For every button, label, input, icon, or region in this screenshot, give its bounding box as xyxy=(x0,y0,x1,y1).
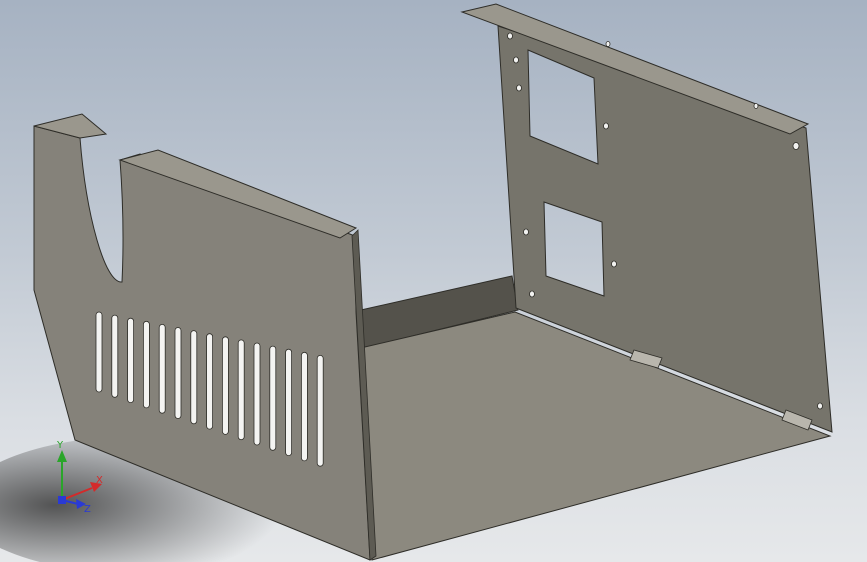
vent-slot xyxy=(158,324,166,414)
vent-slot xyxy=(301,351,308,462)
triad-origin xyxy=(58,496,66,504)
x-axis-label: X xyxy=(96,475,103,486)
vent-slot xyxy=(95,311,103,393)
vent-slot xyxy=(237,339,245,441)
vent-slot xyxy=(143,320,150,409)
coordinate-triad: Y X Z xyxy=(56,440,103,515)
vent-slot xyxy=(111,314,119,398)
vent-slot xyxy=(174,327,182,419)
vent-slot xyxy=(127,317,134,403)
vent-slot xyxy=(285,348,292,456)
y-axis-arrow xyxy=(57,450,67,462)
vent-slot xyxy=(190,330,198,425)
vent-slot xyxy=(269,345,277,451)
y-axis-label: Y xyxy=(56,440,64,451)
graphics-viewport[interactable]: Y X Z xyxy=(0,0,867,562)
sheet-metal-chassis-model[interactable] xyxy=(0,0,867,562)
vent-slot xyxy=(206,333,213,430)
vent-slot xyxy=(222,336,229,435)
vent-slot xyxy=(316,355,324,467)
z-axis-label: Z xyxy=(84,504,91,515)
vent-slot xyxy=(253,342,261,446)
x-axis-line xyxy=(61,487,93,501)
